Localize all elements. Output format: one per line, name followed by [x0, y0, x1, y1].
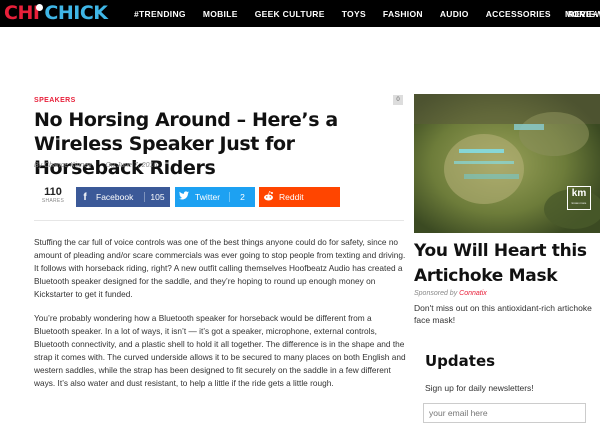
article-title: No Horsing Around – Here’s a Wireless Sp…	[34, 109, 338, 179]
facebook-share-label: Facebook	[96, 192, 134, 202]
sidebar-ad-description: Don't miss out on this antioxidant-rich …	[414, 303, 592, 325]
newsletter-email-input[interactable]	[423, 403, 586, 423]
updates-subtitle: Sign up for daily newsletters!	[425, 383, 534, 393]
video-brand-logo: km know more	[567, 186, 591, 210]
article-category-link[interactable]: SPEAKERS	[34, 97, 76, 104]
top-navbar: CHI CHICK #TRENDING MOBILE GEEK CULTURE T…	[0, 0, 600, 27]
facebook-share-button[interactable]: f Facebook 105	[76, 187, 170, 207]
article-divider	[34, 220, 404, 221]
video-frame-image	[414, 94, 600, 233]
sponsored-prefix: Sponsored by	[414, 290, 458, 297]
video-brand-logo-text: km	[571, 188, 587, 199]
comment-count-badge[interactable]: 0	[393, 95, 403, 105]
logo-part-1: CHI	[4, 2, 40, 24]
video-brand-logo-sub: know more	[571, 201, 587, 205]
sidebar-ad-title[interactable]: You Will Heart this Artichoke Mask	[414, 239, 600, 289]
updates-heading: Updates	[425, 352, 496, 370]
logo-part-2: CHICK	[44, 2, 108, 24]
twitter-icon	[175, 191, 193, 203]
share-total-label: SHARES	[41, 198, 65, 204]
article-author[interactable]: By Chance Kinney	[34, 162, 92, 169]
share-total-count: 110	[44, 186, 62, 198]
nav-item-geek-culture[interactable]: GEEK CULTURE	[255, 9, 325, 19]
logo-dot	[36, 4, 44, 11]
share-total: 110 SHARES	[38, 186, 68, 204]
sponsored-label: Sponsored by Connatix	[414, 290, 487, 297]
article-meta: By Chance Kinney On June 7, 2016	[34, 162, 157, 169]
nav-item-fashion[interactable]: FASHION	[383, 9, 423, 19]
site-logo[interactable]: CHI CHICK	[4, 2, 108, 24]
nav-item-accessories[interactable]: ACCESSORIES	[486, 9, 551, 19]
reddit-share-button[interactable]: Reddit	[259, 187, 340, 207]
twitter-share-label: Twitter	[195, 192, 221, 202]
sponsored-source-link[interactable]: Connatix	[459, 290, 487, 297]
article-paragraph-1: Stuffing the car full of voice controls …	[34, 237, 406, 299]
nav-item-audio[interactable]: AUDIO	[440, 9, 469, 19]
article-paragraph-2: You’re probably wondering how a Bluetoot…	[34, 313, 406, 388]
nav-more-button[interactable]: MORE+	[565, 9, 597, 19]
facebook-share-count: 105	[144, 192, 170, 202]
twitter-share-button[interactable]: Twitter 2	[175, 187, 255, 207]
main-nav: #TRENDING MOBILE GEEK CULTURE TOYS FASHI…	[134, 0, 600, 27]
twitter-share-count: 2	[229, 192, 255, 202]
facebook-icon: f	[83, 191, 87, 203]
nav-item-mobile[interactable]: MOBILE	[203, 9, 238, 19]
nav-item-trending[interactable]: #TRENDING	[134, 9, 186, 19]
reddit-icon	[259, 190, 277, 204]
sidebar-video-player[interactable]	[414, 94, 600, 233]
nav-item-toys[interactable]: TOYS	[342, 9, 366, 19]
article-date: On June 7, 2016	[105, 162, 158, 169]
reddit-share-label: Reddit	[279, 192, 304, 202]
